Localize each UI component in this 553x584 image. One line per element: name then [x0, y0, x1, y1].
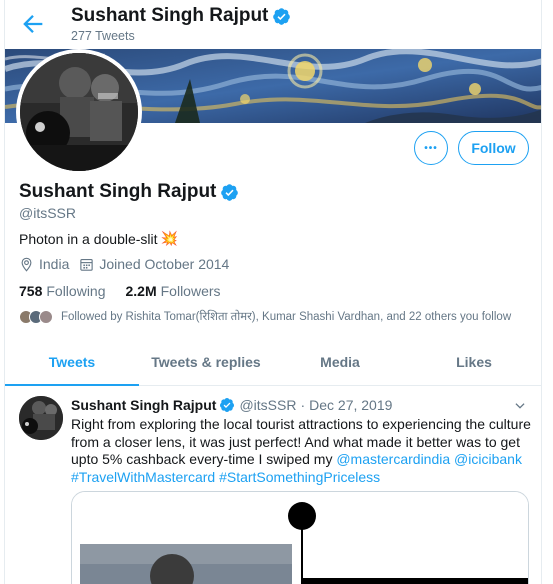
profile-bio: Photon in a double-slit 💥 [19, 230, 178, 247]
verified-badge-icon [220, 398, 235, 412]
profile-page: Sushant Singh Rajput 277 Tweets ••• Foll… [4, 0, 542, 584]
tweet-text: Right from exploring the local tourist a… [71, 416, 535, 486]
tweet-header: Sushant Singh Rajput @itsSSR · Dec 27, 2… [71, 397, 392, 413]
tweet-media[interactable] [71, 491, 529, 584]
following-label: Following [46, 283, 106, 299]
profile-name: Sushant Singh Rajput [19, 181, 239, 203]
profile-meta: India Joined October 2014 [19, 256, 239, 272]
verified-badge-icon [273, 7, 291, 25]
tweet-author-name[interactable]: Sushant Singh Rajput [71, 397, 216, 413]
hashtag-link[interactable]: #StartSomethingPriceless [219, 469, 380, 485]
mini-avatar [39, 309, 53, 324]
back-arrow-icon[interactable] [19, 10, 47, 38]
tab-tweets-replies[interactable]: Tweets & replies [139, 344, 273, 385]
hashtag-link[interactable]: #TravelWithMastercard [71, 469, 215, 485]
more-dots-icon: ••• [424, 142, 438, 154]
profile-name-text: Sushant Singh Rajput [19, 181, 217, 202]
mention-link[interactable]: @icicibank [454, 451, 522, 467]
following-link[interactable]: 758 Following [19, 283, 106, 299]
tweet-count: 277 Tweets [71, 29, 135, 43]
joined-item: Joined October 2014 [79, 256, 229, 272]
tweet-date[interactable]: Dec 27, 2019 [309, 397, 392, 413]
tab-tweets[interactable]: Tweets [5, 344, 139, 386]
more-options-button[interactable]: ••• [414, 131, 448, 165]
profile-avatar[interactable] [16, 49, 142, 175]
calendar-icon [80, 258, 94, 271]
profile-handle: @itsSSR [19, 205, 76, 221]
follow-button[interactable]: Follow [458, 131, 529, 165]
followed-by-text: Followed by Rishita Tomar(रिशिता तोमर), … [61, 311, 512, 323]
followed-by-row[interactable]: Followed by Rishita Tomar(रिशिता तोमर), … [19, 309, 511, 324]
tweet[interactable]: Sushant Singh Rajput @itsSSR · Dec 27, 2… [5, 387, 541, 584]
followers-link[interactable]: 2.2M Followers [126, 283, 221, 299]
joined-text: Joined October 2014 [99, 256, 230, 272]
tweet-separator: · [300, 397, 306, 413]
following-count: 758 [19, 283, 43, 299]
collision-emoji-icon: 💥 [160, 230, 178, 246]
tab-media[interactable]: Media [273, 344, 407, 385]
location-item: India [19, 256, 69, 272]
header-title: Sushant Singh Rajput [71, 5, 291, 27]
mention-link[interactable]: @mastercardindia [336, 451, 450, 467]
profile-tabs: Tweets Tweets & replies Media Likes [5, 344, 541, 386]
followers-count: 2.2M [125, 283, 157, 299]
tweet-handle: @itsSSR [239, 397, 297, 413]
followers-label: Followers [160, 283, 221, 299]
top-header: Sushant Singh Rajput 277 Tweets [5, 0, 541, 49]
chevron-down-icon[interactable] [513, 399, 527, 413]
tweet-avatar[interactable] [19, 396, 63, 440]
location-pin-icon [21, 257, 32, 272]
avatar-image [20, 53, 138, 171]
bio-text: Photon in a double-slit [19, 230, 158, 247]
followed-by-avatars [19, 309, 53, 324]
header-name-text: Sushant Singh Rajput [71, 5, 269, 26]
location-text: India [39, 256, 70, 272]
follow-stats: 758 Following 2.2M Followers [19, 283, 241, 299]
verified-badge-icon [221, 183, 239, 201]
tab-likes[interactable]: Likes [407, 344, 541, 385]
